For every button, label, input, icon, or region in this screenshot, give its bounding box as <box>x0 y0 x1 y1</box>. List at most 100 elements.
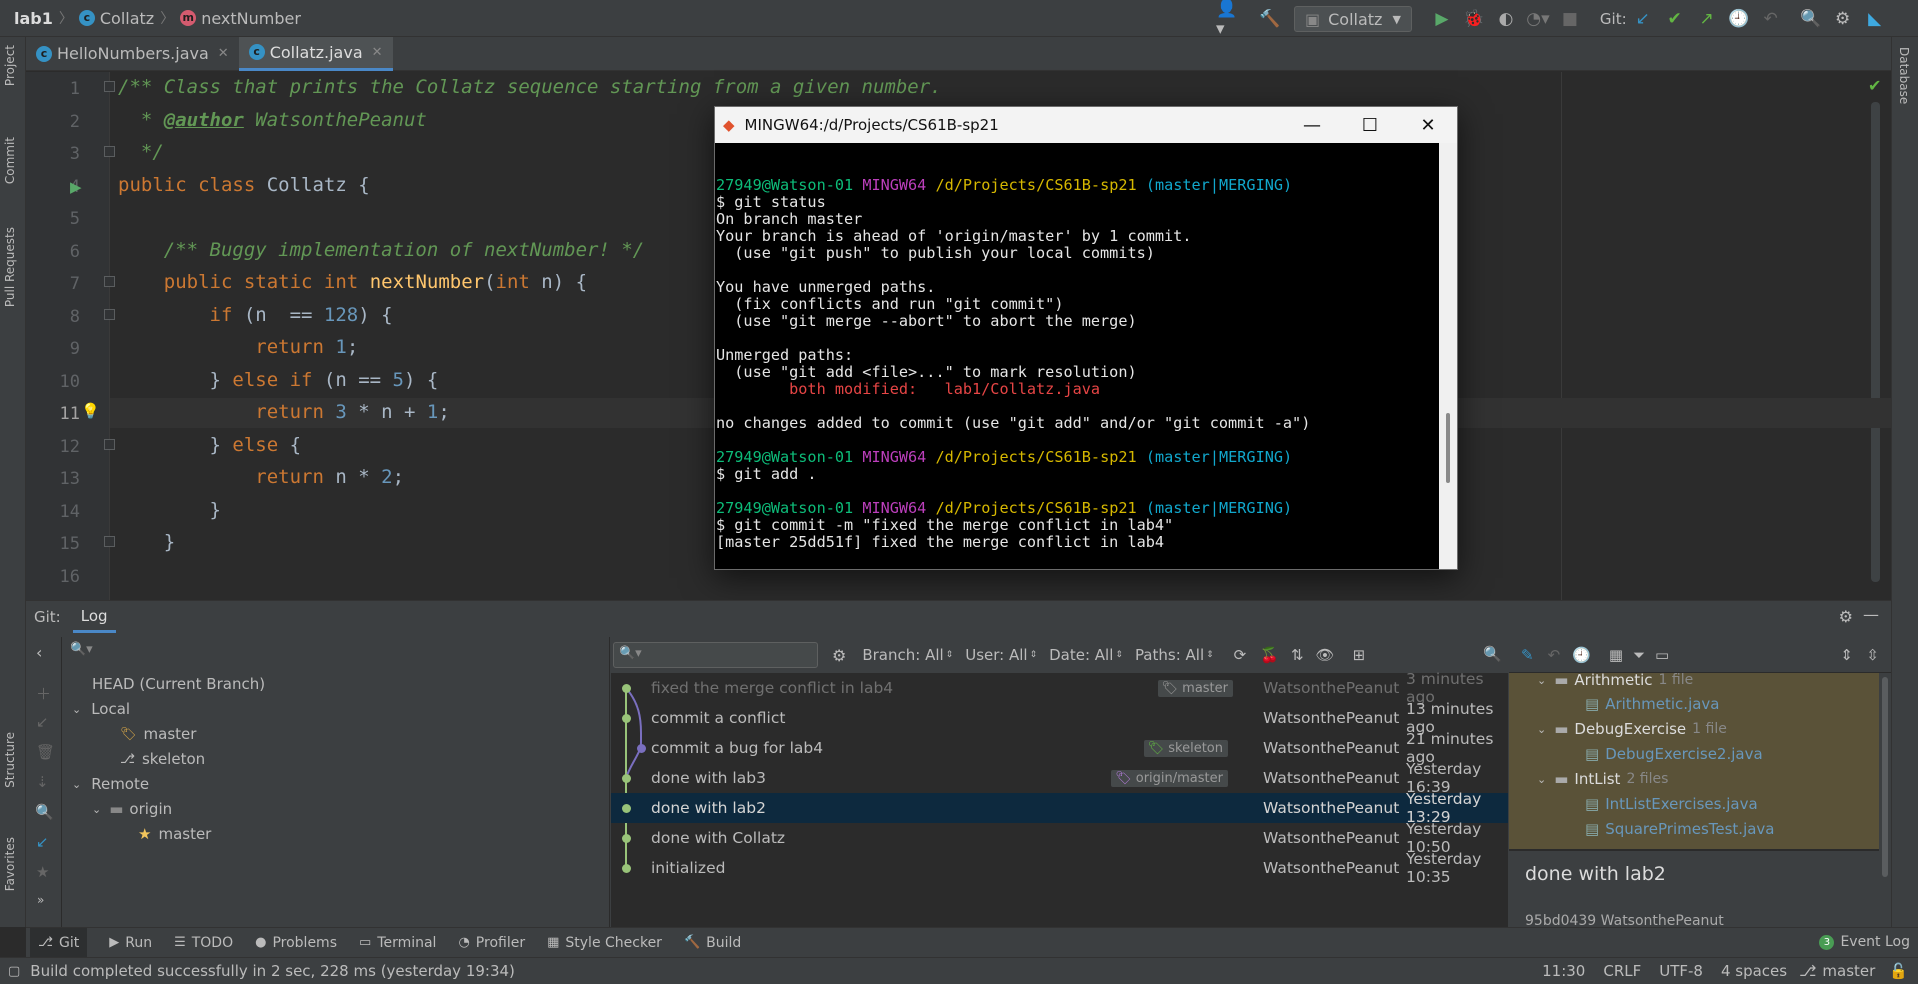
eye-icon[interactable]: 👁 <box>1316 646 1335 664</box>
tab-collatz[interactable]: c Collatz.java ✕ <box>238 36 393 71</box>
build-hammer-icon[interactable]: 🔨 <box>1258 7 1282 31</box>
commit-row[interactable]: done with Collatz WatsonthePeanut Yester… <box>611 820 1508 856</box>
branch-filter[interactable]: Branch: All <box>862 646 943 664</box>
breadcrumb-project[interactable]: lab1 <box>14 9 53 28</box>
minimize-panel-icon[interactable]: — <box>1863 605 1879 624</box>
group-icon[interactable]: ▦ <box>1609 646 1623 664</box>
commit-row[interactable]: done with lab3 🏷 origin/master Watsonthe… <box>611 760 1508 796</box>
problems-tool-tab[interactable]: ● Problems <box>255 935 337 951</box>
user-filter[interactable]: User: All <box>965 646 1027 664</box>
event-log-tool-tab[interactable]: 3 Event Log <box>1819 934 1910 950</box>
commit-row[interactable]: commit a conflict WatsonthePeanut 13 min… <box>611 700 1508 736</box>
status-message[interactable]: Build completed successfully in 2 sec, 2… <box>30 962 515 980</box>
commit-row[interactable]: initialized WatsonthePeanut Yesterday 10… <box>611 850 1508 886</box>
editor-scrollbar[interactable] <box>1871 72 1880 582</box>
file-arithmetic[interactable]: ▤ Arithmetic.java <box>1585 695 1720 713</box>
build-tool-tab[interactable]: 🔨 Build <box>684 935 741 951</box>
details-scrollbar[interactable] <box>1879 673 1891 928</box>
commit-row-selected[interactable]: done with lab2 WatsonthePeanut Yesterday… <box>611 790 1508 826</box>
settings-gear-icon[interactable]: ⚙ <box>1839 607 1853 626</box>
run-gutter-icon[interactable]: ▶ <box>70 178 82 196</box>
fold-marker[interactable] <box>104 439 115 450</box>
preview-icon[interactable]: ▭ <box>1655 646 1669 664</box>
close-icon[interactable]: ✕ <box>372 45 383 60</box>
fold-marker[interactable] <box>104 536 115 547</box>
terminal-scrollbar[interactable] <box>1439 143 1457 569</box>
lightbulb-icon[interactable]: 💡 <box>81 402 100 420</box>
minimize-button[interactable]: — <box>1283 107 1341 143</box>
collapse-all-icon[interactable]: ⇳ <box>1866 646 1879 664</box>
file-squareprimestest[interactable]: ▤ SquarePrimesTest.java <box>1585 820 1775 838</box>
user-icon[interactable]: 👤▾ <box>1216 0 1240 39</box>
todo-tool-tab[interactable]: ☰ TODO <box>174 935 233 951</box>
branch-search-input[interactable]: 🔍▾ <box>64 639 604 665</box>
settings-gear-icon[interactable]: ⚙ <box>1831 7 1855 31</box>
line-separator[interactable]: CRLF <box>1603 962 1641 980</box>
structure-tool-button[interactable]: Structure <box>3 732 17 788</box>
file-debugexercise2[interactable]: ▤ DebugExercise2.java <box>1585 745 1763 763</box>
tree-local[interactable]: ⌄ Local <box>72 700 130 718</box>
favorites-tool-button[interactable]: Favorites <box>3 837 17 891</box>
tree-origin-master[interactable]: ★ master <box>138 825 211 843</box>
folder-debugexercise[interactable]: ⌄ ▬ DebugExercise 1 file <box>1537 720 1727 738</box>
search-icon[interactable]: 🔍 <box>1483 645 1502 663</box>
search-icon[interactable]: 🔍 <box>35 803 54 821</box>
tree-head[interactable]: HEAD (Current Branch) <box>92 675 265 693</box>
add-icon[interactable]: ＋ <box>36 683 51 704</box>
refresh-icon[interactable]: ⟳ <box>1234 646 1247 664</box>
delete-icon[interactable]: 🗑 <box>36 743 55 761</box>
update-icon[interactable]: ↙ <box>36 833 49 851</box>
run-tool-tab[interactable]: ▶ Run <box>109 935 152 951</box>
profile-icon[interactable]: ◔▾ <box>1526 7 1550 31</box>
filter-icon[interactable]: ⏷ <box>1633 646 1645 664</box>
folder-intlist[interactable]: ⌄ ▬ IntList 2 files <box>1537 770 1668 788</box>
breadcrumb-class[interactable]: Collatz <box>100 9 154 28</box>
terminal-tool-tab[interactable]: ▭ Terminal <box>359 935 436 951</box>
fold-marker[interactable] <box>104 309 115 320</box>
caret-position[interactable]: 11:30 <box>1542 962 1585 980</box>
fold-marker[interactable] <box>104 81 115 92</box>
date-filter[interactable]: Date: All <box>1049 646 1113 664</box>
expand-all-icon[interactable]: ⇕ <box>1840 646 1853 664</box>
log-search-input[interactable]: 🔍▾ <box>613 642 818 668</box>
style-checker-tool-tab[interactable]: ▦ Style Checker <box>547 935 662 951</box>
revert-icon[interactable]: ↶ <box>1548 646 1561 664</box>
paths-filter[interactable]: Paths: All <box>1135 646 1204 664</box>
tree-origin[interactable]: ⌄ ▬ origin <box>92 800 172 818</box>
pull-requests-tool-button[interactable]: Pull Requests <box>3 227 17 307</box>
diff-icon[interactable]: ✎ <box>1521 646 1534 664</box>
commit-check-icon[interactable]: ✔ <box>1663 7 1687 31</box>
tab-log[interactable]: Log <box>72 601 116 633</box>
commit-row[interactable]: fixed the merge conflict in lab4 🏷 maste… <box>611 670 1508 706</box>
debug-icon[interactable]: 🐞 <box>1462 7 1486 31</box>
mingw-terminal-window[interactable]: ◆ MINGW64:/d/Projects/CS61B-sp21 — ☐ ✕ 2… <box>714 106 1458 570</box>
fold-marker[interactable] <box>104 276 115 287</box>
layout-icon[interactable]: ▢ <box>8 964 20 979</box>
project-tool-button[interactable]: Project <box>3 45 17 86</box>
search-icon[interactable]: 🔍 <box>1799 7 1823 31</box>
maximize-button[interactable]: ☐ <box>1341 107 1399 143</box>
history-icon[interactable]: 🕘 <box>1572 646 1591 664</box>
lock-icon[interactable]: 🔓 <box>1889 962 1908 980</box>
tree-branch-master[interactable]: 🏷 master <box>120 725 196 743</box>
commit-row[interactable]: commit a bug for lab4 🏷 skeleton Watsont… <box>611 730 1508 766</box>
collapse-left-icon[interactable]: ‹ <box>36 643 42 662</box>
code-with-me-icon[interactable]: ◣ <box>1863 7 1887 31</box>
fetch-icon[interactable]: ⇣ <box>36 773 49 791</box>
profiler-tool-tab[interactable]: ◔ Profiler <box>458 935 525 951</box>
close-icon[interactable]: ✕ <box>218 46 229 61</box>
folder-arithmetic[interactable]: ⌄ ▬ Arithmetic 1 file <box>1537 671 1693 689</box>
update-project-icon[interactable]: ↙ <box>1631 7 1655 31</box>
file-intlistexercises[interactable]: ▤ IntListExercises.java <box>1585 795 1758 813</box>
terminal-title-bar[interactable]: ◆ MINGW64:/d/Projects/CS61B-sp21 — ☐ ✕ <box>715 107 1457 143</box>
close-button[interactable]: ✕ <box>1399 107 1457 143</box>
database-tool-button[interactable]: Database <box>1897 47 1911 104</box>
tree-branch-skeleton[interactable]: ⎇ skeleton <box>120 750 205 768</box>
run-configuration-select[interactable]: ▣ Collatz ▼ <box>1294 6 1412 32</box>
tab-hellonumbers[interactable]: c HelloNumbers.java ✕ <box>26 37 239 71</box>
push-icon[interactable]: ↗ <box>1695 7 1719 31</box>
git-tool-tab[interactable]: ⎇ Git <box>30 927 88 958</box>
coverage-icon[interactable]: ◐ <box>1494 7 1518 31</box>
fold-marker[interactable] <box>104 146 115 157</box>
indent-setting[interactable]: 4 spaces <box>1721 962 1787 980</box>
